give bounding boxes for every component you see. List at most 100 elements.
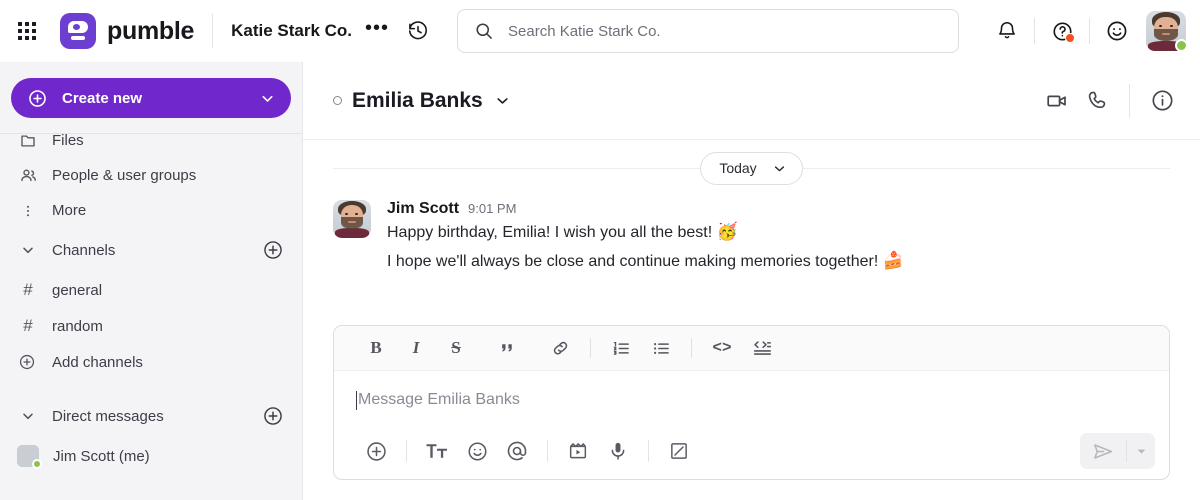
bulleted-list-button[interactable] — [641, 332, 681, 364]
workspace-more-icon[interactable]: ••• — [365, 18, 389, 39]
sidebar-item-files[interactable]: Files — [0, 134, 302, 158]
create-new-button[interactable]: Create new — [11, 78, 291, 118]
link-button[interactable] — [540, 332, 580, 364]
chevron-down-icon — [18, 408, 38, 424]
action-divider-3 — [648, 440, 649, 462]
chevron-down-icon — [259, 90, 276, 107]
workspace-name: Katie Stark Co. — [231, 21, 353, 40]
apps-grid-icon[interactable] — [10, 14, 44, 48]
emoji-button[interactable] — [457, 433, 497, 469]
sidebar-section-direct-messages[interactable]: Direct messages — [0, 394, 302, 438]
draw-button[interactable] — [659, 433, 699, 469]
send-button-group — [1080, 433, 1155, 469]
actions-divider-1 — [1034, 18, 1035, 44]
page-title: Emilia Banks — [352, 88, 483, 112]
ordered-list-button[interactable] — [601, 332, 641, 364]
channel-label: general — [52, 281, 103, 299]
channels-section-title: Channels — [52, 241, 116, 259]
sidebar-item-label: Files — [52, 134, 84, 149]
composer-area: B I S <> Message Emilia Banks — [303, 311, 1200, 500]
chevron-down-icon — [18, 242, 38, 258]
dm-section-title: Direct messages — [52, 407, 164, 425]
video-camera-icon[interactable] — [1037, 81, 1077, 121]
bell-icon[interactable] — [987, 11, 1027, 51]
microphone-button[interactable] — [598, 433, 638, 469]
day-divider-pill[interactable]: Today — [700, 151, 803, 185]
add-channels-label: Add channels — [52, 353, 143, 371]
chevron-down-icon[interactable] — [493, 91, 512, 110]
text-format-button[interactable] — [417, 433, 457, 469]
presence-ring-icon — [333, 96, 342, 105]
channel-label: random — [52, 317, 103, 335]
message-list: Today Jim Scott 9:01 PM Happy birthday, … — [303, 140, 1200, 311]
party-face-emoji: 🥳 — [716, 222, 738, 241]
top-actions — [987, 11, 1188, 52]
help-question-icon[interactable] — [1042, 11, 1082, 51]
day-divider: Today — [333, 140, 1170, 196]
sidebar: Create new Files People & user groups Mo… — [0, 62, 303, 500]
hash-icon: # — [23, 316, 33, 335]
top-divider — [212, 14, 214, 48]
message-input-placeholder: Message Emilia Banks — [358, 391, 520, 408]
user-avatar[interactable] — [1146, 11, 1188, 52]
search-box[interactable] — [457, 9, 960, 53]
workspace-switcher[interactable]: Katie Stark Co. ••• — [231, 18, 429, 42]
top-bar: pumble Katie Stark Co. ••• — [0, 0, 1200, 62]
toolbar-divider-2 — [691, 338, 692, 358]
sidebar-channel-random[interactable]: # random — [0, 308, 302, 344]
message-body: Jim Scott 9:01 PM Happy birthday, Emilia… — [387, 200, 1170, 276]
message-timestamp: 9:01 PM — [468, 201, 517, 216]
search-area — [429, 9, 987, 53]
history-clock-icon[interactable] — [407, 20, 429, 42]
attach-button[interactable] — [356, 433, 396, 469]
italic-button[interactable]: I — [396, 332, 436, 364]
text-caret — [356, 390, 357, 410]
message-line: Happy birthday, Emilia! I wish you all t… — [387, 218, 1170, 247]
add-channel-icon[interactable] — [262, 239, 284, 261]
mention-button[interactable] — [497, 433, 537, 469]
avatar[interactable] — [333, 200, 371, 238]
video-clip-button[interactable] — [558, 433, 598, 469]
dm-label: Jim Scott (me) — [53, 447, 150, 465]
blockquote-button[interactable] — [488, 332, 528, 364]
avatar — [17, 445, 42, 469]
bold-button[interactable]: B — [356, 332, 396, 364]
search-input[interactable] — [508, 22, 943, 40]
chevron-down-icon — [771, 160, 788, 177]
sidebar-section-channels[interactable]: Channels — [0, 228, 302, 272]
code-block-button[interactable] — [742, 332, 782, 364]
add-dm-icon[interactable] — [262, 405, 284, 427]
conversation-title[interactable]: Emilia Banks — [333, 89, 512, 113]
send-options-caret[interactable] — [1127, 433, 1155, 469]
sidebar-channel-general[interactable]: # general — [0, 272, 302, 308]
info-circle-icon[interactable] — [1142, 81, 1182, 121]
smiley-face-icon[interactable] — [1097, 11, 1137, 51]
sidebar-dm-jim-scott[interactable]: Jim Scott (me) — [0, 438, 302, 474]
main-panel: Emilia Banks Today Jim Scott 9:01 PM Hap… — [303, 62, 1200, 500]
message-author[interactable]: Jim Scott — [387, 200, 459, 218]
app-body: Create new Files People & user groups Mo… — [0, 62, 1200, 500]
help-notification-badge — [1065, 33, 1075, 43]
composer-action-bar — [334, 423, 1169, 479]
inline-code-button[interactable]: <> — [702, 332, 742, 364]
formatting-toolbar: B I S <> — [334, 326, 1169, 371]
search-icon — [474, 21, 494, 41]
pumble-logo-icon — [60, 13, 96, 49]
message-composer: B I S <> Message Emilia Banks — [333, 325, 1170, 480]
message-line: I hope we'll always be close and continu… — [387, 247, 1170, 276]
message-text: Happy birthday, Emilia! I wish you all t… — [387, 224, 717, 241]
message-item: Jim Scott 9:01 PM Happy birthday, Emilia… — [333, 196, 1170, 276]
actions-divider-2 — [1089, 18, 1090, 44]
conversation-actions — [1037, 81, 1182, 121]
send-button[interactable] — [1080, 433, 1126, 469]
phone-icon[interactable] — [1077, 81, 1117, 121]
brand-logo[interactable]: pumble — [60, 13, 194, 49]
sidebar-item-people[interactable]: People & user groups — [0, 158, 302, 193]
pumble-app-window: pumble Katie Stark Co. ••• Search Katie … — [0, 0, 1200, 500]
create-new-label: Create new — [62, 89, 143, 107]
sidebar-item-label: People & user groups — [52, 167, 197, 184]
sidebar-add-channels[interactable]: Add channels — [0, 344, 302, 380]
sidebar-item-more[interactable]: More — [0, 193, 302, 228]
message-input[interactable]: Message Emilia Banks — [334, 371, 1169, 423]
strikethrough-button[interactable]: S — [436, 332, 476, 364]
